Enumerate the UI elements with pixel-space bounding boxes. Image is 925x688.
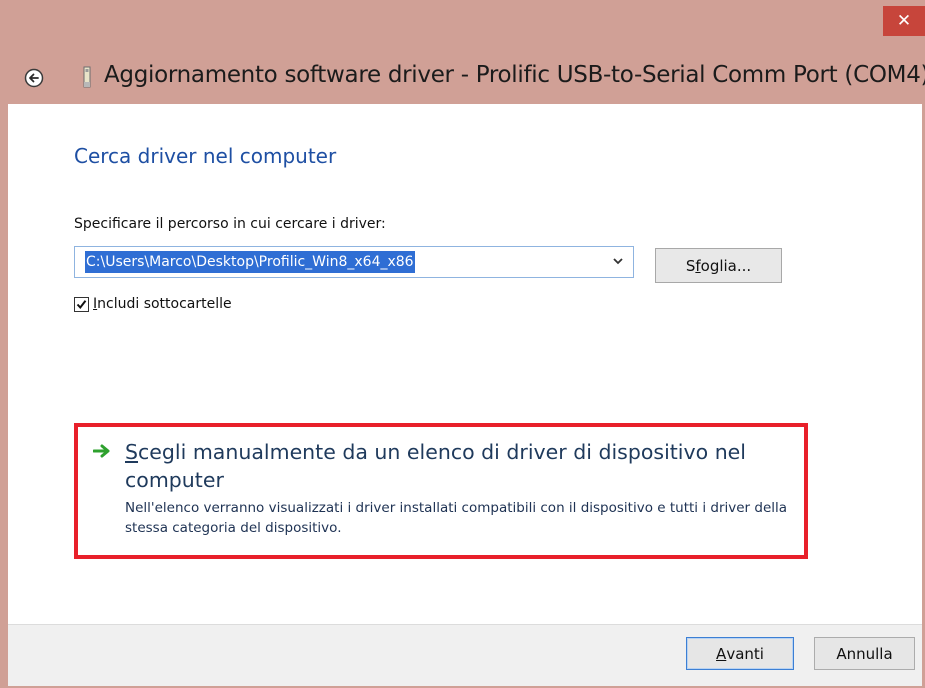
path-combobox[interactable]: C:\Users\Marco\Desktop\Profilic_Win8_x64… [74, 246, 634, 278]
chevron-down-icon[interactable] [611, 254, 625, 268]
dialog-window: ✕ Aggiornamento software driver - Prolif… [0, 0, 925, 688]
choose-title-rest: cegli manualmente da un elenco di driver… [125, 440, 746, 492]
page-title: Cerca driver nel computer [74, 144, 337, 168]
usb-device-icon [83, 66, 91, 88]
cancel-label: Annulla [836, 644, 893, 663]
checkbox[interactable] [74, 296, 89, 312]
browse-button[interactable]: Sf oglia... [655, 248, 782, 283]
path-label: Specificare il percorso in cui cercare i… [74, 216, 386, 232]
green-arrow-icon [93, 444, 110, 458]
browse-label-pre: S [685, 256, 696, 275]
next-button[interactable]: Avanti [686, 637, 794, 670]
footer-bar: Avanti Annulla [8, 624, 922, 686]
checkbox-label-rest: ncludi sottocartelle [97, 296, 232, 312]
checkbox-label: Includi sottocartelle [93, 296, 232, 312]
close-button[interactable]: ✕ [883, 6, 925, 36]
close-icon: ✕ [896, 11, 912, 31]
content-area: Cerca driver nel computer Specificare il… [8, 104, 922, 624]
next-label-rest: vanti [726, 644, 764, 663]
choose-option-description: Nell'elenco verranno visualizzati i driv… [125, 500, 788, 536]
browse-label-post: oglia... [700, 256, 752, 275]
title-bar: Aggiornamento software driver - Prolific… [0, 52, 925, 104]
cancel-button[interactable]: Annulla [814, 637, 915, 670]
checkmark-icon [76, 299, 87, 309]
path-input-value[interactable]: C:\Users\Marco\Desktop\Profilic_Win8_x64… [85, 251, 415, 273]
choose-title-accel: S [125, 440, 139, 464]
back-arrow-icon[interactable] [24, 68, 44, 88]
window-title: Aggiornamento software driver - Prolific… [104, 62, 925, 88]
choose-option-title[interactable]: Scegli manualmente da un elenco di drive… [125, 438, 805, 494]
include-subfolders-checkbox[interactable]: Includi sottocartelle [74, 296, 232, 312]
next-label-accel: A [716, 644, 727, 663]
